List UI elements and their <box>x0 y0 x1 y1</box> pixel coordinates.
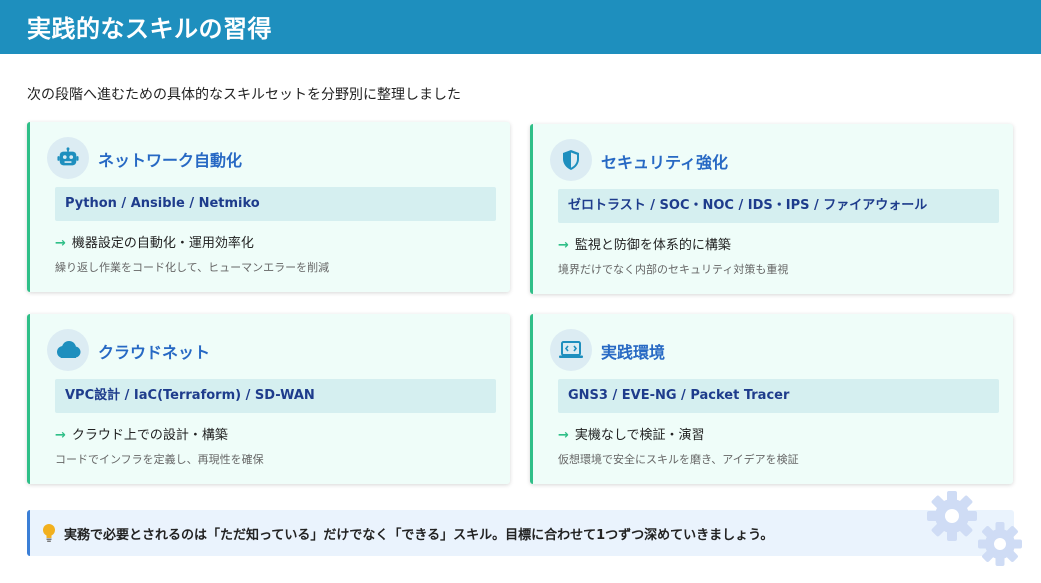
lightbulb-icon <box>42 523 56 547</box>
gears-icon <box>922 486 1032 576</box>
intro-text: 次の段階へ進むための具体的なスキルセットを分野別に整理しました <box>27 87 461 103</box>
skill-tags: Python / Ansible / Netmiko <box>55 187 496 221</box>
skill-tags: VPC設計 / IaC(Terraform) / SD-WAN <box>55 379 496 413</box>
arrow-right-icon: → <box>558 238 569 253</box>
card-network-automation: ネットワーク自動化 Python / Ansible / Netmiko → 機器… <box>27 122 510 292</box>
card-lab-environment: 実践環境 GNS3 / EVE-NG / Packet Tracer → 実機なし… <box>530 314 1013 484</box>
tip-note-text: 実務で必要とされるのは「ただ知っている」だけでなく「できる」スキル。目標に合わせ… <box>64 528 774 543</box>
card-title: セキュリティ強化 <box>601 153 729 172</box>
card-description: 境界だけでなく内部のセキュリティ対策も重視 <box>558 263 789 276</box>
card-point-text: 監視と防御を体系的に構築 <box>574 238 731 253</box>
page-title: 実践的なスキルの習得 <box>27 15 272 43</box>
card-point: → クラウド上での設計・構築 <box>55 424 228 443</box>
skill-tags: ゼロトラスト / SOC・NOC / IDS・IPS / ファイアウォール <box>558 189 999 223</box>
arrow-right-icon: → <box>55 428 66 443</box>
card-description: コードでインフラを定義し、再現性を確保 <box>55 453 264 466</box>
card-point-text: 実機なしで検証・演習 <box>574 428 705 443</box>
card-description: 仮想環境で安全にスキルを磨き、アイデアを検証 <box>558 453 799 466</box>
cloud-icon <box>47 329 89 371</box>
robot-icon <box>47 137 89 179</box>
shield-icon <box>550 139 592 181</box>
card-point: → 監視と防御を体系的に構築 <box>558 234 731 253</box>
page-header: 実践的なスキルの習得 <box>0 0 1041 54</box>
card-point: → 実機なしで検証・演習 <box>558 424 705 443</box>
card-description: 繰り返し作業をコード化して、ヒューマンエラーを削減 <box>55 261 330 274</box>
card-title: クラウドネット <box>98 343 211 362</box>
card-point-text: 機器設定の自動化・運用効率化 <box>71 236 254 251</box>
arrow-right-icon: → <box>558 428 569 443</box>
tip-note: 実務で必要とされるのは「ただ知っている」だけでなく「できる」スキル。目標に合わせ… <box>27 510 1014 556</box>
card-security: セキュリティ強化 ゼロトラスト / SOC・NOC / IDS・IPS / ファ… <box>530 124 1013 294</box>
card-point-text: クラウド上での設計・構築 <box>71 428 228 443</box>
skill-tags: GNS3 / EVE-NG / Packet Tracer <box>558 379 999 413</box>
laptop-code-icon <box>550 329 592 371</box>
card-title: ネットワーク自動化 <box>98 151 243 170</box>
card-point: → 機器設定の自動化・運用効率化 <box>55 232 254 251</box>
arrow-right-icon: → <box>55 236 66 251</box>
card-title: 実践環境 <box>601 343 666 362</box>
card-cloud-network: クラウドネット VPC設計 / IaC(Terraform) / SD-WAN … <box>27 314 510 484</box>
